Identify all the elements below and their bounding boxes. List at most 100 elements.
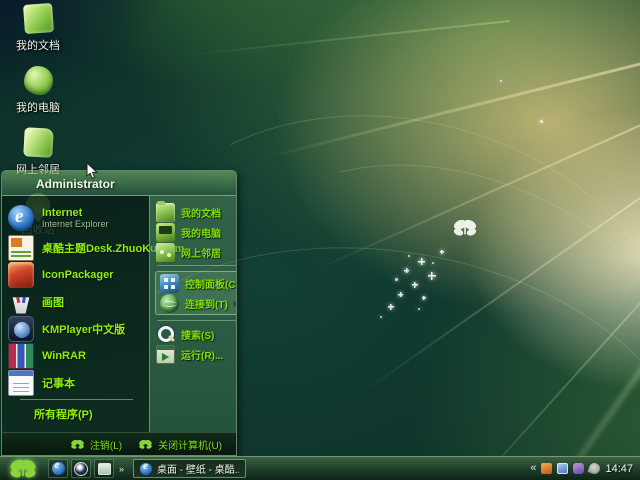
iconpackager-icon (8, 261, 34, 288)
kmplayer-icon (8, 315, 34, 342)
sparkle-dot (418, 308, 420, 310)
desktop-icon-label: 我的文档 (16, 40, 60, 52)
run-icon (156, 344, 175, 364)
control-panel-icon (160, 273, 179, 293)
menu-item-label: 连接到(T) (185, 299, 228, 311)
sparkle (388, 304, 394, 310)
desktop-icon-label: 我的电脑 (16, 102, 60, 114)
taskbar-clock: 14:47 (605, 462, 633, 475)
start-button[interactable] (0, 457, 46, 480)
winrar-icon (8, 342, 34, 369)
menu-item-run[interactable]: 运行(R)... (152, 344, 236, 364)
menu-item-label: 记事本 (42, 377, 75, 390)
menu-item-winrar[interactable]: WinRAR (4, 342, 147, 369)
shutdown-button[interactable]: 关闭计算机(U) (138, 437, 222, 452)
search-icon (156, 325, 175, 344)
sparkle (428, 272, 436, 280)
menu-item-search[interactable]: 搜索(S) (152, 324, 236, 344)
menu-item-zhuoku-theme[interactable]: 桌酷主题Desk.ZhuoKu.Com (4, 234, 184, 261)
menu-item-kmplayer[interactable]: KMPlayer中文版 (4, 315, 147, 342)
menu-item-internet[interactable]: Internet Internet Explorer (4, 201, 147, 234)
light-ray (362, 190, 640, 393)
desktop-icon-my-documents[interactable]: 我的文档 (6, 3, 70, 53)
antivirus-tray-icon[interactable] (541, 463, 553, 474)
log-off-butterfly-icon (71, 439, 84, 449)
sparkle (440, 250, 444, 254)
quick-launch-bar: » (48, 459, 124, 478)
network-places-icon (22, 127, 54, 158)
all-programs-button[interactable]: 所有程序(P) ▶ (4, 402, 147, 430)
menu-item-label: 我的电脑 (181, 228, 221, 240)
all-programs-label: 所有程序(P) (34, 409, 93, 421)
paint-icon (12, 297, 30, 314)
menu-separator (20, 399, 133, 400)
menu-item-connect-to[interactable]: 连接到(T) ▶ (156, 293, 236, 313)
quick-launch-internet-explorer[interactable] (48, 459, 68, 478)
show-desktop-icon (97, 462, 111, 475)
menu-item-label: 搜索(S) (181, 330, 215, 342)
my-computer-icon (156, 222, 175, 242)
ime-tray-icon[interactable] (573, 463, 585, 474)
taskbar-task-button[interactable]: 桌面 - 壁纸 - 桌酷... (133, 459, 247, 478)
menu-item-control-panel[interactable]: 控制面板(C) (156, 273, 237, 293)
start-menu-footer: 注销(L) 关闭计算机(U) (2, 432, 236, 455)
internet-explorer-icon (51, 459, 65, 475)
menu-item-iconpackager[interactable]: IconPackager (4, 261, 147, 288)
my-documents-icon (22, 3, 54, 34)
butterfly-decoration (453, 219, 477, 236)
sparkle-dot (380, 316, 382, 318)
notepad-icon (8, 369, 34, 396)
menu-item-label: 控制面板(C) (185, 279, 237, 291)
menu-item-network-places[interactable]: 网上邻居 (152, 242, 236, 262)
sparkle (404, 268, 409, 273)
menu-item-label: IconPackager (42, 268, 114, 281)
quick-launch-browser[interactable] (71, 459, 91, 478)
shutdown-label: 关闭计算机(U) (158, 440, 222, 452)
start-menu: Administrator Internet Internet Explorer… (1, 170, 237, 456)
menu-item-paint[interactable]: 画图 (4, 288, 147, 315)
my-computer-icon (23, 66, 53, 95)
desktop-icon-my-computer[interactable]: 我的电脑 (6, 66, 70, 115)
connect-to-icon (160, 293, 179, 313)
menu-item-label: 画图 (42, 296, 64, 309)
theme-tray-icon[interactable] (557, 463, 569, 474)
light-ray (261, 60, 640, 160)
submenu-arrow-icon: ▶ (118, 408, 126, 419)
sparkle-dot (432, 262, 434, 264)
quick-launch-show-desktop[interactable] (94, 459, 114, 478)
menu-item-my-documents[interactable]: 我的文档 (152, 200, 236, 222)
menu-separator (157, 265, 236, 266)
log-off-button[interactable]: 注销(L) (70, 437, 122, 452)
tray-collapse-chevron-icon[interactable]: « (530, 463, 536, 474)
my-documents-icon (156, 200, 175, 222)
light-ray (181, 20, 511, 57)
light-ray (438, 280, 640, 480)
log-off-label: 注销(L) (89, 440, 123, 452)
menu-item-notepad[interactable]: 记事本 (4, 369, 147, 396)
butterfly-start-icon (10, 459, 36, 478)
menu-item-label: WinRAR (42, 349, 86, 362)
volume-tray-icon[interactable] (587, 461, 603, 476)
task-button-label: 桌面 - 壁纸 - 桌酷... (157, 465, 240, 476)
start-menu-places-column: 我的文档 我的电脑 网上邻居 控制面板(C) 连接到(T) ▶ (149, 196, 237, 432)
shutdown-butterfly-icon (139, 439, 152, 449)
sparkle (418, 258, 425, 265)
taskbar: » 桌面 - 壁纸 - 桌酷... « 14:47 (0, 456, 640, 480)
logged-in-username: Administrator (36, 177, 115, 191)
browser-globe-icon (74, 461, 88, 476)
menu-item-label: 运行(R)... (181, 350, 224, 362)
menu-item-label: Internet (42, 206, 83, 219)
system-tray: « 14:47 (524, 457, 640, 480)
sparkle (412, 282, 418, 288)
menu-item-label: 网上邻居 (181, 248, 221, 260)
menu-item-label: 我的文档 (181, 208, 221, 220)
sparkle (422, 296, 426, 300)
zhuoku-theme-icon (8, 234, 34, 261)
quick-launch-overflow-arrow[interactable]: » (119, 464, 124, 474)
internet-explorer-icon (140, 460, 153, 475)
menu-item-my-computer[interactable]: 我的电脑 (152, 222, 236, 242)
menu-item-sublabel: Internet Explorer (42, 218, 109, 229)
start-menu-header: Administrator (2, 171, 236, 196)
menu-separator (157, 320, 236, 321)
system-group: 控制面板(C) 连接到(T) ▶ (155, 271, 237, 315)
